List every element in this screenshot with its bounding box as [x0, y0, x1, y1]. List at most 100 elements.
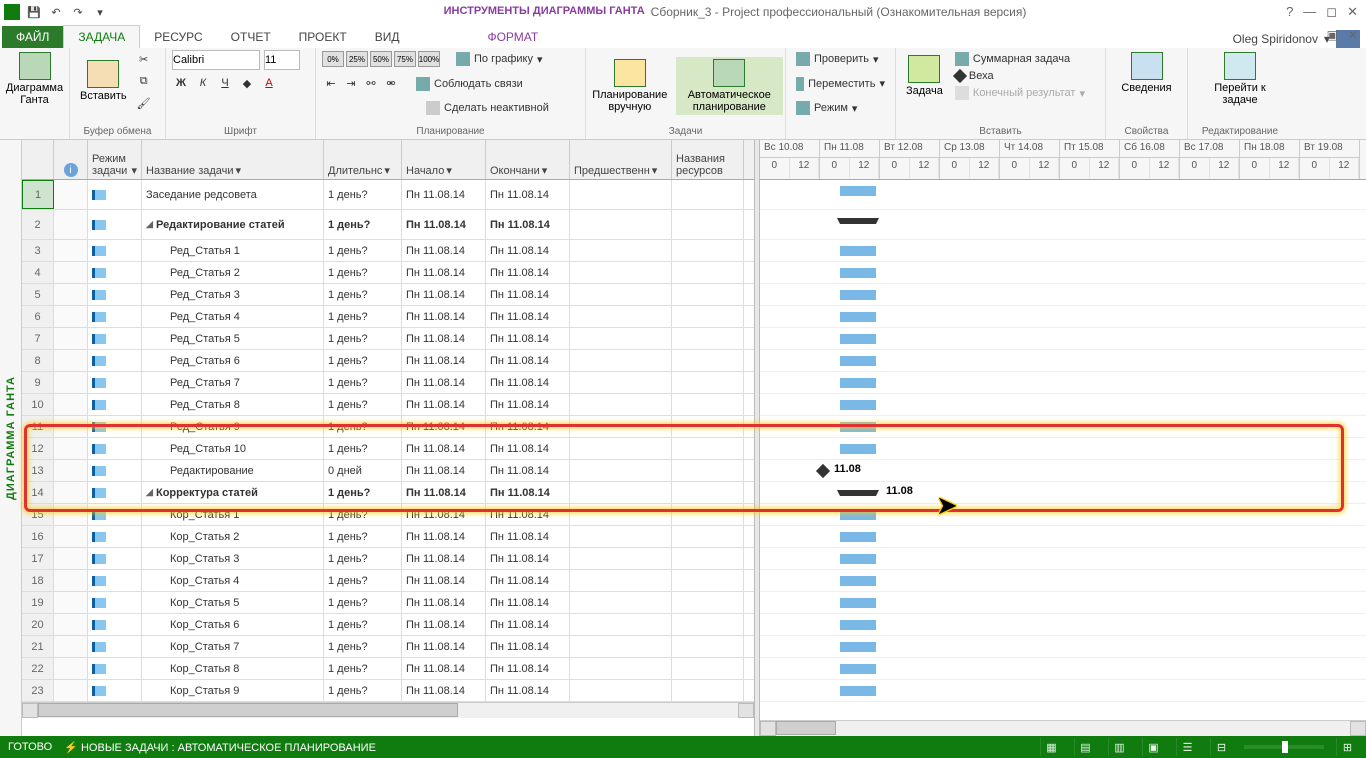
grid-scrollbar[interactable]	[22, 702, 754, 718]
row-duration[interactable]: 1 день?	[324, 416, 402, 437]
row-resources[interactable]	[672, 658, 744, 679]
row-mode[interactable]	[88, 394, 142, 415]
col-predecessors[interactable]: Предшественн▾	[570, 140, 672, 179]
table-row[interactable]: 8Ред_Статья 61 день?Пн 11.08.14Пн 11.08.…	[22, 350, 754, 372]
row-number[interactable]: 9	[22, 372, 54, 393]
tab-report[interactable]: ОТЧЕТ	[217, 26, 285, 48]
row-duration[interactable]: 1 день?	[324, 262, 402, 283]
manual-schedule-button[interactable]: Планирование вручную	[588, 57, 672, 115]
row-resources[interactable]	[672, 614, 744, 635]
row-mode[interactable]	[88, 526, 142, 547]
col-name[interactable]: Название задачи▾	[142, 140, 324, 179]
row-info[interactable]	[54, 614, 88, 635]
row-info[interactable]	[54, 394, 88, 415]
row-number[interactable]: 4	[22, 262, 54, 283]
ribbon-collapse-icon[interactable]: ▣	[1327, 28, 1338, 42]
zoom-out-button[interactable]: ⊟	[1210, 738, 1232, 756]
table-row[interactable]: 21Кор_Статья 71 день?Пн 11.08.14Пн 11.08…	[22, 636, 754, 658]
row-resources[interactable]	[672, 592, 744, 613]
row-name[interactable]: Кор_Статья 5	[142, 592, 324, 613]
pct-50[interactable]: 50%	[370, 51, 392, 67]
tab-resource[interactable]: РЕСУРС	[140, 26, 216, 48]
gantt-bar[interactable]	[840, 246, 876, 256]
row-finish[interactable]: Пн 11.08.14	[486, 592, 570, 613]
gantt-row[interactable]	[760, 210, 1366, 240]
row-finish[interactable]: Пн 11.08.14	[486, 328, 570, 349]
row-predecessors[interactable]	[570, 482, 672, 503]
row-name[interactable]: Ред_Статья 8	[142, 394, 324, 415]
on-schedule-button[interactable]: По графику ▾	[452, 50, 547, 68]
row-mode[interactable]	[88, 262, 142, 283]
row-name[interactable]: ◢Корректура статей	[142, 482, 324, 503]
table-row[interactable]: 1Заседание редсовета1 день?Пн 11.08.14Пн…	[22, 180, 754, 210]
row-info[interactable]	[54, 372, 88, 393]
gantt-row[interactable]	[760, 394, 1366, 416]
row-info[interactable]	[54, 504, 88, 525]
row-predecessors[interactable]	[570, 680, 672, 701]
inspect-button[interactable]: Проверить ▾	[792, 50, 889, 68]
row-duration[interactable]: 1 день?	[324, 680, 402, 701]
move-button[interactable]: Переместить ▾	[792, 75, 889, 93]
indent-icon[interactable]: ⇥	[342, 75, 360, 93]
close-icon[interactable]: ✕	[1347, 4, 1358, 20]
gantt-bar[interactable]	[840, 664, 876, 674]
row-name[interactable]: Ред_Статья 7	[142, 372, 324, 393]
row-mode[interactable]	[88, 438, 142, 459]
row-finish[interactable]: Пн 11.08.14	[486, 614, 570, 635]
row-info[interactable]	[54, 460, 88, 481]
row-name[interactable]: Кор_Статья 7	[142, 636, 324, 657]
row-resources[interactable]	[672, 504, 744, 525]
gantt-row[interactable]: 11.08	[760, 482, 1366, 504]
gantt-bar[interactable]	[840, 510, 876, 520]
row-predecessors[interactable]	[570, 240, 672, 261]
row-duration[interactable]: 1 день?	[324, 592, 402, 613]
table-row[interactable]: 9Ред_Статья 71 день?Пн 11.08.14Пн 11.08.…	[22, 372, 754, 394]
view-shortcut-4[interactable]: ▣	[1142, 738, 1164, 756]
row-name[interactable]: ◢Редактирование статей	[142, 210, 324, 239]
summary-task-button[interactable]: Суммарная задача	[951, 50, 1089, 68]
row-finish[interactable]: Пн 11.08.14	[486, 240, 570, 261]
row-duration[interactable]: 1 день?	[324, 504, 402, 525]
row-start[interactable]: Пн 11.08.14	[402, 438, 486, 459]
row-resources[interactable]	[672, 416, 744, 437]
gantt-row[interactable]	[760, 570, 1366, 592]
gantt-milestone[interactable]	[816, 464, 830, 478]
row-finish[interactable]: Пн 11.08.14	[486, 180, 570, 209]
row-info[interactable]	[54, 210, 88, 239]
gantt-bar[interactable]	[840, 444, 876, 454]
row-predecessors[interactable]	[570, 350, 672, 371]
row-mode[interactable]	[88, 372, 142, 393]
gantt-row[interactable]	[760, 240, 1366, 262]
row-name[interactable]: Кор_Статья 8	[142, 658, 324, 679]
row-predecessors[interactable]	[570, 328, 672, 349]
tab-view[interactable]: ВИД	[361, 26, 414, 48]
row-start[interactable]: Пн 11.08.14	[402, 548, 486, 569]
row-mode[interactable]	[88, 614, 142, 635]
gantt-body[interactable]: 11.0811.08	[760, 180, 1366, 702]
view-shortcut-5[interactable]: ☰	[1176, 738, 1198, 756]
row-number[interactable]: 13	[22, 460, 54, 481]
table-row[interactable]: 6Ред_Статья 41 день?Пн 11.08.14Пн 11.08.…	[22, 306, 754, 328]
row-finish[interactable]: Пн 11.08.14	[486, 548, 570, 569]
row-number[interactable]: 11	[22, 416, 54, 437]
row-resources[interactable]	[672, 482, 744, 503]
row-finish[interactable]: Пн 11.08.14	[486, 658, 570, 679]
table-row[interactable]: 18Кор_Статья 41 день?Пн 11.08.14Пн 11.08…	[22, 570, 754, 592]
row-mode[interactable]	[88, 240, 142, 261]
row-mode[interactable]	[88, 548, 142, 569]
gantt-bar[interactable]	[840, 290, 876, 300]
table-row[interactable]: 14◢Корректура статей1 день?Пн 11.08.14Пн…	[22, 482, 754, 504]
table-row[interactable]: 20Кор_Статья 61 день?Пн 11.08.14Пн 11.08…	[22, 614, 754, 636]
gantt-summary-bar[interactable]	[840, 218, 876, 224]
format-painter-icon[interactable]: 🖌	[135, 94, 153, 112]
copy-icon[interactable]: ⧉	[135, 72, 153, 90]
gantt-bar[interactable]	[840, 642, 876, 652]
row-mode[interactable]	[88, 482, 142, 503]
row-number[interactable]: 8	[22, 350, 54, 371]
row-info[interactable]	[54, 482, 88, 503]
row-predecessors[interactable]	[570, 614, 672, 635]
gantt-row[interactable]	[760, 658, 1366, 680]
table-row[interactable]: 10Ред_Статья 81 день?Пн 11.08.14Пн 11.08…	[22, 394, 754, 416]
row-number[interactable]: 3	[22, 240, 54, 261]
scroll-to-task-button[interactable]: Перейти к задаче	[1194, 50, 1286, 108]
